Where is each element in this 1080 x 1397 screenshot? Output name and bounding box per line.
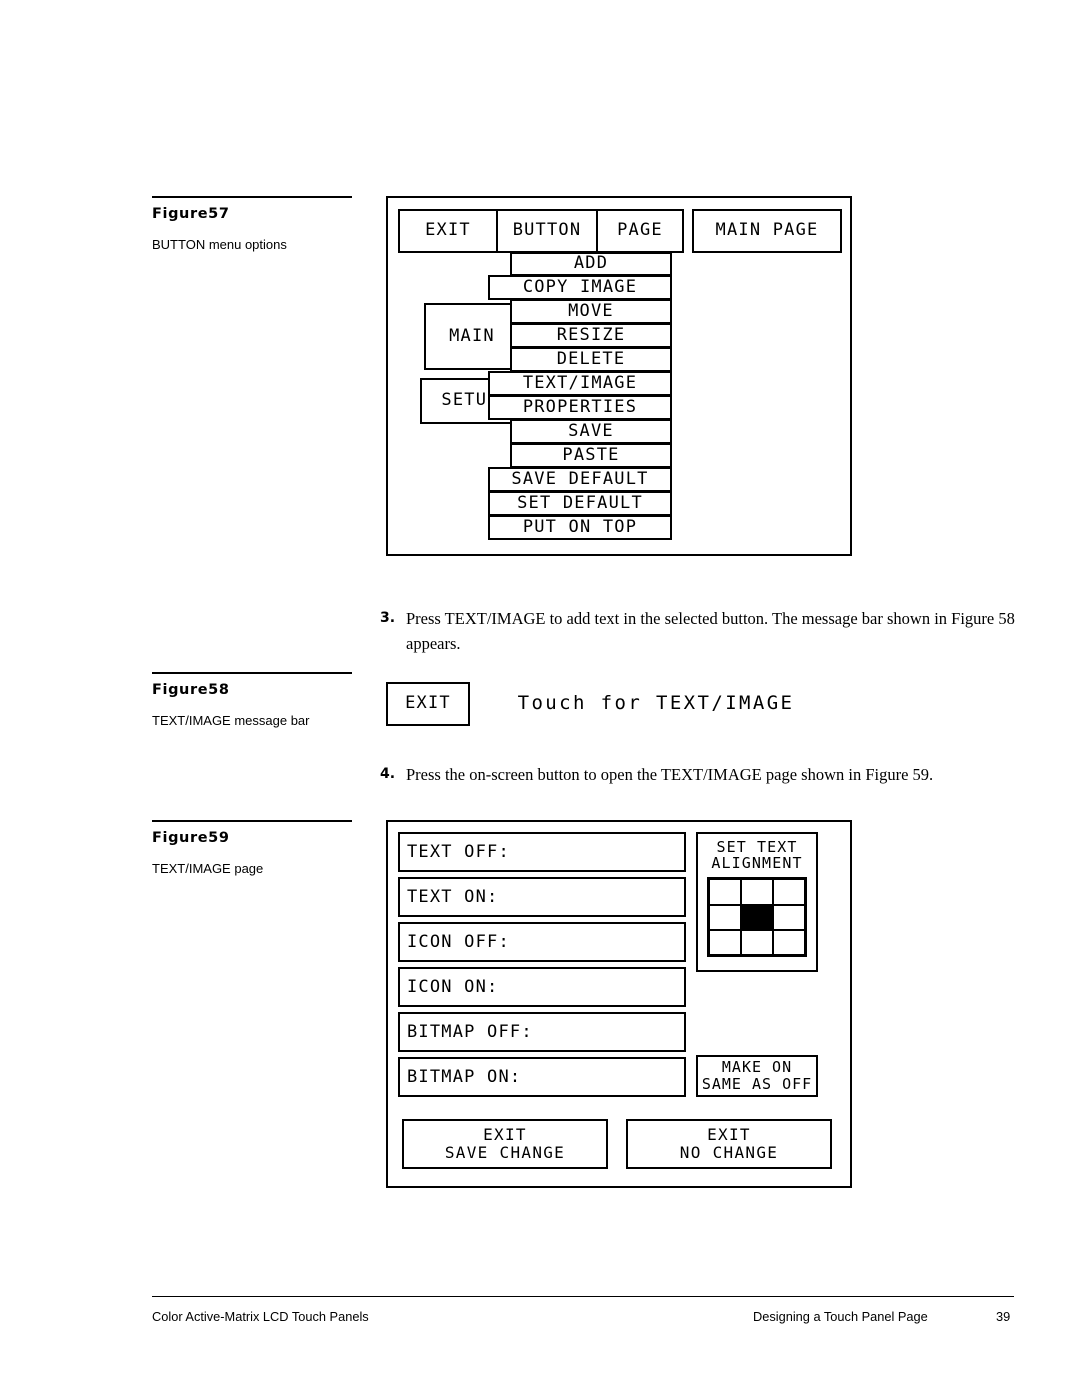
toolbar-key-page[interactable]: PAGE <box>596 209 684 253</box>
footer-rule <box>152 1296 1014 1297</box>
menu-item-save[interactable]: SAVE <box>510 419 672 444</box>
step-3-text: Press TEXT/IMAGE to add text in the sele… <box>406 609 1015 654</box>
footer-page-number: 39 <box>996 1309 1011 1324</box>
set-text-alignment-title: SET TEXT ALIGNMENT <box>711 838 803 873</box>
message-bar-text[interactable]: Touch for TEXT/IMAGE <box>470 682 842 726</box>
menu-item-put-on-top[interactable]: PUT ON TOP <box>488 515 672 540</box>
field-text-off[interactable]: TEXT OFF: <box>398 832 686 872</box>
field-bitmap-off[interactable]: BITMAP OFF: <box>398 1012 686 1052</box>
alignment-cell-top-right[interactable] <box>773 879 805 905</box>
figure57-screen: MAIN SETUP EXIT BUTTON PAGE MAIN PAGE AD… <box>386 196 852 556</box>
field-icon-on[interactable]: ICON ON: <box>398 967 686 1007</box>
alignment-cell-bottom-right[interactable] <box>773 930 805 956</box>
menu-item-properties[interactable]: PROPERTIES <box>488 395 672 420</box>
figure58-caption-block: Figure58 TEXT/IMAGE message bar <box>152 672 352 729</box>
alignment-grid[interactable] <box>707 877 807 958</box>
figure57-description: BUTTON menu options <box>152 236 287 252</box>
alignment-cell-top-center[interactable] <box>741 879 773 905</box>
figure58-message-bar: EXIT Touch for TEXT/IMAGE <box>386 682 842 726</box>
menu-item-set-default[interactable]: SET DEFAULT <box>488 491 672 516</box>
menu-item-copy-image[interactable]: COPY IMAGE <box>488 275 672 300</box>
step-4-number: 4. <box>380 766 396 782</box>
figure57-title: Figure57 <box>152 206 230 222</box>
alignment-cell-bottom-center[interactable] <box>741 930 773 956</box>
figure59-caption-rule <box>152 820 352 822</box>
message-bar-exit-key[interactable]: EXIT <box>386 682 470 726</box>
toolbar-key-exit[interactable]: EXIT <box>398 209 498 253</box>
menu-item-add[interactable]: ADD <box>510 252 672 276</box>
alignment-cell-bottom-left[interactable] <box>709 930 741 956</box>
menu-item-text-image[interactable]: TEXT/IMAGE <box>488 371 672 396</box>
footer-right-text: Designing a Touch Panel Page <box>753 1309 928 1324</box>
figure57-caption-block: Figure57 BUTTON menu options <box>152 196 352 253</box>
step-3-number: 3. <box>380 610 396 626</box>
make-on-same-as-off-button[interactable]: MAKE ON SAME AS OFF <box>696 1055 818 1097</box>
footer-left-text: Color Active-Matrix LCD Touch Panels <box>152 1309 369 1324</box>
step-3: 3. Press TEXT/IMAGE to add text in the s… <box>380 606 1032 656</box>
set-text-alignment-widget[interactable]: SET TEXT ALIGNMENT <box>696 832 818 972</box>
toolbar-key-button[interactable]: BUTTON <box>496 209 598 253</box>
alignment-cell-middle-right[interactable] <box>773 904 805 931</box>
menu-item-save-default[interactable]: SAVE DEFAULT <box>488 467 672 492</box>
field-icon-off[interactable]: ICON OFF: <box>398 922 686 962</box>
toolbar-key-main-page[interactable]: MAIN PAGE <box>692 209 842 253</box>
menu-item-move[interactable]: MOVE <box>510 299 672 324</box>
figure57-caption-rule <box>152 196 352 198</box>
figure58-caption-rule <box>152 672 352 674</box>
menu-item-delete[interactable]: DELETE <box>510 347 672 372</box>
figure58-description: TEXT/IMAGE message bar <box>152 712 310 728</box>
field-text-on[interactable]: TEXT ON: <box>398 877 686 917</box>
exit-save-change-button[interactable]: EXIT SAVE CHANGE <box>402 1119 608 1169</box>
step-4: 4. Press the on-screen button to open th… <box>380 762 1040 787</box>
alignment-cell-middle-center[interactable] <box>741 904 773 931</box>
step-4-text: Press the on-screen button to open the T… <box>406 765 934 784</box>
figure58-title: Figure58 <box>152 682 230 698</box>
panel-key-main[interactable]: MAIN <box>424 303 520 370</box>
field-bitmap-on[interactable]: BITMAP ON: <box>398 1057 686 1097</box>
alignment-cell-middle-left[interactable] <box>709 904 741 931</box>
menu-item-paste[interactable]: PASTE <box>510 443 672 468</box>
menu-item-resize[interactable]: RESIZE <box>510 323 672 348</box>
figure59-title: Figure59 <box>152 830 230 846</box>
figure59-screen: TEXT OFF: TEXT ON: ICON OFF: ICON ON: BI… <box>386 820 852 1188</box>
figure59-description: TEXT/IMAGE page <box>152 860 264 876</box>
alignment-cell-top-left[interactable] <box>709 879 741 905</box>
exit-no-change-button[interactable]: EXIT NO CHANGE <box>626 1119 832 1169</box>
figure59-caption-block: Figure59 TEXT/IMAGE page <box>152 820 352 877</box>
